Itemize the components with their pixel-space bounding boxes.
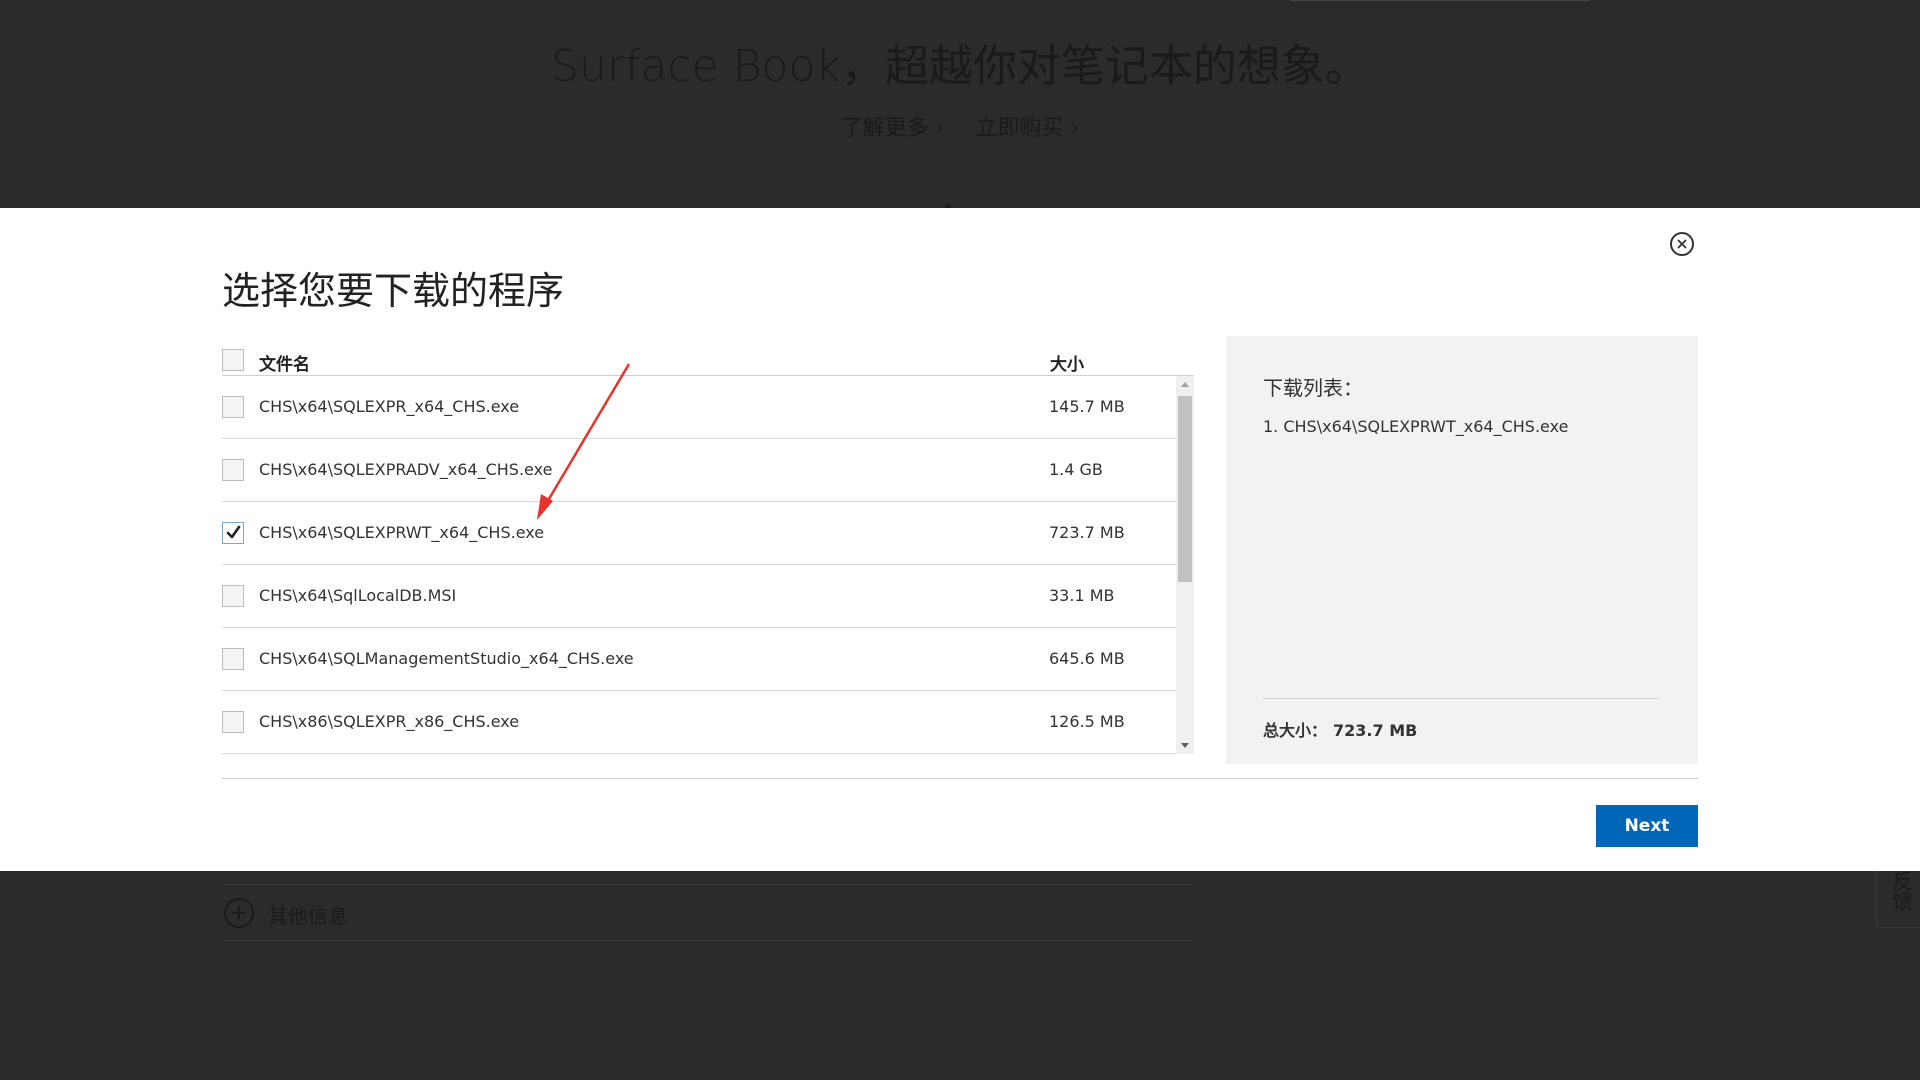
download-dialog: 选择您要下载的程序 文件名 大小 CHS\x64\SQLEXPR_x64_CHS… (0, 208, 1920, 871)
column-header-name: 文件名 (259, 355, 310, 375)
background-footer: 其他信息 反馈 (0, 871, 1920, 1080)
buy-now-link[interactable]: 立即购买 › (976, 116, 1080, 141)
file-name: CHS\x64\SQLEXPRWT_x64_CHS.exe (259, 523, 545, 542)
scrollbar-thumb[interactable] (1178, 396, 1192, 582)
file-row[interactable]: CHS\x64\SQLEXPR_x64_CHS.exe 145.7 MB (222, 376, 1176, 439)
download-list-item: 1. CHS\x64\SQLEXPRWT_x64_CHS.exe (1263, 417, 1569, 436)
file-row[interactable]: CHS\x64\SQLManagementStudio_x64_CHS.exe … (222, 628, 1176, 691)
panel-divider (1263, 698, 1659, 699)
file-size: 126.5 MB (1049, 712, 1125, 731)
file-size: 645.6 MB (1049, 649, 1125, 668)
header-divider (1290, 0, 1590, 1)
file-row[interactable]: CHS\x64\SQLEXPRWT_x64_CHS.exe 723.7 MB (222, 502, 1176, 565)
total-size-label: 总大小： (1263, 721, 1328, 740)
file-checkbox[interactable] (222, 585, 244, 607)
file-checkbox[interactable] (222, 711, 244, 733)
file-checkbox[interactable] (222, 648, 244, 670)
total-size: 总大小： 723.7 MB (1263, 717, 1417, 741)
hero-title: Surface Book，超越你对笔记本的想象。 (551, 41, 1369, 92)
select-all-checkbox[interactable] (222, 349, 244, 371)
file-size: 33.1 MB (1049, 586, 1115, 605)
file-list: CHS\x64\SQLEXPR_x64_CHS.exe 145.7 MB CHS… (222, 376, 1176, 754)
other-info-expander[interactable]: 其他信息 (222, 884, 1194, 941)
scroll-up-icon[interactable] (1181, 382, 1189, 387)
download-list-title: 下载列表： (1263, 376, 1363, 400)
file-checkbox-checked[interactable] (222, 522, 244, 544)
file-name: CHS\x86\SQLEXPR_x86_CHS.exe (259, 712, 520, 731)
file-name: CHS\x64\SQLManagementStudio_x64_CHS.exe (259, 649, 634, 668)
file-size: 1.4 GB (1049, 460, 1103, 479)
file-name: CHS\x64\SQLEXPR_x64_CHS.exe (259, 397, 520, 416)
total-size-value: 723.7 MB (1333, 721, 1418, 740)
other-info-label: 其他信息 (268, 904, 348, 928)
learn-more-link[interactable]: 了解更多 › (841, 116, 945, 141)
next-button[interactable]: Next (1596, 805, 1698, 847)
hero-links: 了解更多 › 立即购买 › (0, 110, 1920, 142)
file-size: 145.7 MB (1049, 397, 1125, 416)
file-name: CHS\x64\SqlLocalDB.MSI (259, 586, 457, 605)
feedback-tab[interactable]: 反馈 (1876, 871, 1920, 928)
file-row[interactable]: CHS\x64\SQLEXPRADV_x64_CHS.exe 1.4 GB (222, 439, 1176, 502)
feedback-label: 反馈 (1889, 871, 1913, 911)
file-size: 723.7 MB (1049, 523, 1125, 542)
background-header: Surface Book，超越你对笔记本的想象。 了解更多 › 立即购买 › (0, 0, 1920, 210)
scroll-down-icon[interactable] (1181, 743, 1189, 748)
footer-divider (222, 778, 1698, 779)
download-list-panel: 下载列表： 1. CHS\x64\SQLEXPRWT_x64_CHS.exe 总… (1226, 336, 1698, 764)
file-checkbox[interactable] (222, 396, 244, 418)
file-row[interactable]: CHS\x64\SqlLocalDB.MSI 33.1 MB (222, 565, 1176, 628)
file-list-scrollbar[interactable] (1176, 376, 1194, 754)
plus-circle-icon[interactable] (224, 898, 254, 928)
file-checkbox[interactable] (222, 459, 244, 481)
dialog-title: 选择您要下载的程序 (222, 269, 565, 313)
close-icon (1677, 239, 1687, 249)
checkmark-icon (226, 525, 241, 539)
column-header-size: 大小 (1050, 355, 1084, 375)
close-button[interactable] (1670, 232, 1694, 256)
file-name: CHS\x64\SQLEXPRADV_x64_CHS.exe (259, 460, 553, 479)
file-row[interactable]: CHS\x86\SQLEXPR_x86_CHS.exe 126.5 MB (222, 691, 1176, 754)
